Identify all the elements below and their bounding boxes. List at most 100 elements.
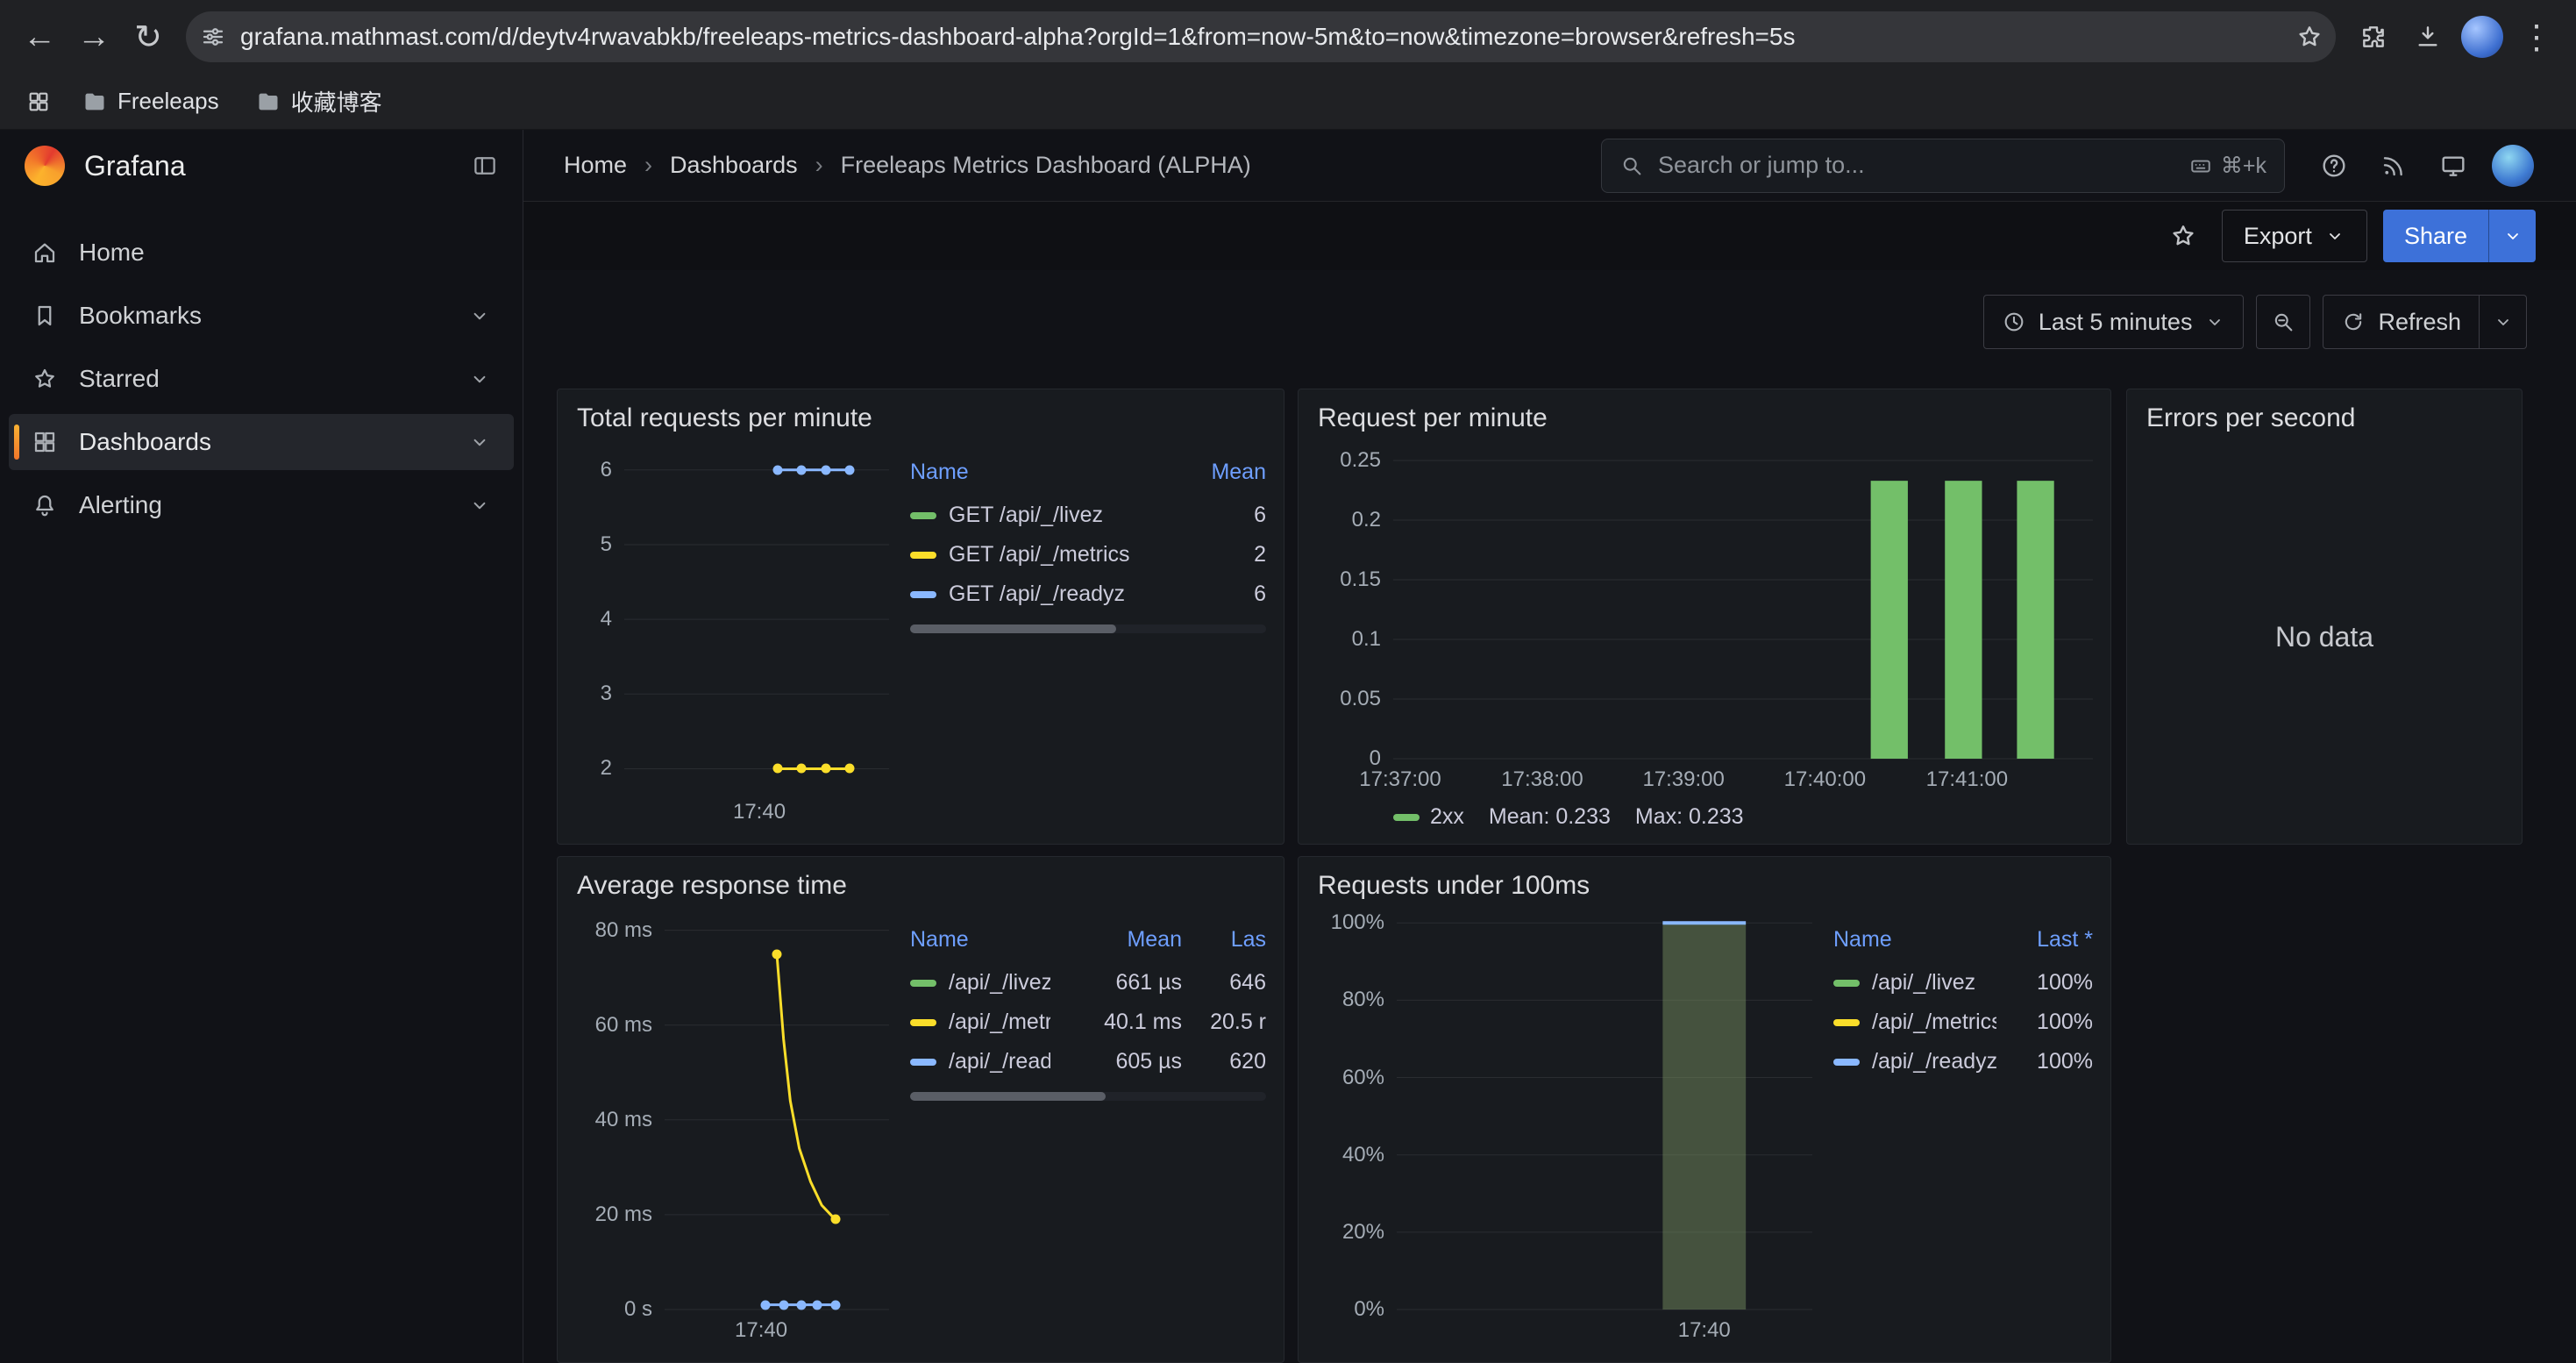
scrollbar-thumb[interactable] xyxy=(910,1092,1106,1101)
series-name[interactable]: 2xx xyxy=(1430,804,1464,830)
browser-menu-icon[interactable]: ⋮ xyxy=(2511,11,2562,62)
sidebar-toggle-icon[interactable] xyxy=(472,153,498,179)
series-name[interactable]: /api/_/metrics xyxy=(949,1010,1050,1035)
bell-icon xyxy=(32,492,58,518)
tv-kiosk-icon[interactable] xyxy=(2429,141,2478,190)
time-range-picker[interactable]: Last 5 minutes xyxy=(1983,295,2245,349)
series-name[interactable]: GET /api/_/readyz xyxy=(949,582,1170,607)
panel-title[interactable]: Total requests per minute xyxy=(558,389,1284,439)
grafana-logo[interactable] xyxy=(25,146,65,186)
panel-total-requests: Total requests per minute 65432 17:40 Na… xyxy=(557,389,1284,845)
series-name[interactable]: GET /api/_/livez xyxy=(949,503,1170,528)
breadcrumb-home[interactable]: Home xyxy=(564,152,627,179)
series-name[interactable]: /api/_/livez xyxy=(949,970,1050,995)
legend-row: /api/_/metrics 40.1 ms 20.5 r xyxy=(910,1003,1266,1042)
legend-col-name[interactable]: Name xyxy=(910,927,1050,953)
legend-scrollbar[interactable] xyxy=(910,624,1266,633)
zoom-out-icon xyxy=(2271,310,2295,334)
help-icon[interactable] xyxy=(2309,141,2359,190)
average-response-chart: 80 ms60 ms40 ms20 ms0 s 17:40 xyxy=(575,911,889,1348)
search-bar[interactable]: ⌘+k xyxy=(1601,139,2285,193)
chevron-down-icon[interactable] xyxy=(468,304,491,327)
clock-icon xyxy=(2002,310,2026,334)
series-name[interactable]: /api/_/readyz xyxy=(1872,1049,1996,1074)
legend-col-last[interactable]: Last * xyxy=(1996,927,2093,953)
x-axis-labels: 17:40 xyxy=(624,791,889,830)
series-name[interactable]: /api/_/livez xyxy=(1872,970,1996,995)
bookmark-folder-blog[interactable]: 收藏博客 xyxy=(242,80,396,123)
chevron-down-icon[interactable] xyxy=(468,431,491,453)
series-last: 100% xyxy=(1996,1010,2093,1035)
bookmark-icon xyxy=(32,303,58,329)
sidebar-item-alerting[interactable]: Alerting xyxy=(9,477,514,533)
legend-row: GET /api/_/metrics 2 xyxy=(910,535,1266,574)
user-avatar[interactable] xyxy=(2488,141,2537,190)
chevron-down-icon[interactable] xyxy=(468,368,491,390)
favorite-star-icon[interactable] xyxy=(2160,213,2206,259)
bookmark-star-icon[interactable] xyxy=(2295,23,2323,51)
site-info-icon[interactable] xyxy=(193,17,233,57)
y-axis-labels: 100%80%60%40%20%0% xyxy=(1316,911,1397,1309)
browser-profile-avatar[interactable] xyxy=(2457,11,2508,62)
series-max: Max: 0.233 xyxy=(1635,804,1744,830)
extensions-icon[interactable] xyxy=(2348,11,2399,62)
news-rss-icon[interactable] xyxy=(2369,141,2418,190)
sidebar: Grafana Home Bookmarks Starred D xyxy=(0,130,523,1363)
series-color-chip xyxy=(910,591,936,598)
breadcrumb-dashboards[interactable]: Dashboards xyxy=(670,152,798,179)
plot-area[interactable] xyxy=(624,444,889,791)
share-dropdown-icon[interactable] xyxy=(2488,210,2536,262)
panel-errors-per-second: Errors per second No data xyxy=(2126,389,2523,845)
refresh-button[interactable]: Refresh xyxy=(2323,295,2480,349)
url-bar[interactable] xyxy=(186,11,2336,62)
panel-title[interactable]: Errors per second xyxy=(2127,389,2522,439)
bookmark-folder-freeleaps[interactable]: Freeleaps xyxy=(68,82,233,120)
sidebar-item-dashboards[interactable]: Dashboards xyxy=(9,414,514,470)
legend-col-name[interactable]: Name xyxy=(1833,927,1996,953)
bookmark-label: 收藏博客 xyxy=(291,85,382,118)
sidebar-item-starred[interactable]: Starred xyxy=(9,351,514,407)
series-name[interactable]: GET /api/_/metrics xyxy=(949,542,1170,567)
forward-icon[interactable]: → xyxy=(68,11,119,62)
series-color-chip xyxy=(910,512,936,519)
legend-col-last[interactable]: Las xyxy=(1182,927,1266,953)
folder-icon xyxy=(82,89,107,114)
panel-title[interactable]: Request per minute xyxy=(1299,389,2110,439)
star-icon xyxy=(32,366,58,392)
dashboards-icon xyxy=(32,429,58,455)
apps-grid-icon[interactable] xyxy=(18,81,60,123)
legend-col-mean[interactable]: Mean xyxy=(1170,460,1266,485)
refresh-group: Refresh xyxy=(2323,295,2527,349)
sidebar-nav: Home Bookmarks Starred Dashboards Alerti… xyxy=(0,202,523,556)
y-axis-labels: 65432 xyxy=(575,444,624,791)
back-icon[interactable]: ← xyxy=(14,11,65,62)
sidebar-item-home[interactable]: Home xyxy=(9,225,514,281)
plot-area[interactable] xyxy=(665,911,889,1309)
browser-toolbar: ← → ↻ ⋮ xyxy=(0,0,2576,74)
search-input[interactable] xyxy=(1658,152,2175,179)
series-name[interactable]: /api/_/readyz xyxy=(949,1049,1050,1074)
download-icon[interactable] xyxy=(2402,11,2453,62)
folder-icon xyxy=(256,89,281,114)
share-button[interactable]: Share xyxy=(2383,210,2488,262)
legend-row: /api/_/readyz 605 µs 620 xyxy=(910,1042,1266,1081)
request-per-minute-chart: 0.250.20.150.10.050 17:37:0017:38:0017:3… xyxy=(1316,444,2093,830)
breadcrumb-current: Freeleaps Metrics Dashboard (ALPHA) xyxy=(841,152,1251,179)
refresh-interval-dropdown[interactable] xyxy=(2480,295,2527,349)
series-mean: Mean: 0.233 xyxy=(1489,804,1611,830)
panel-title[interactable]: Requests under 100ms xyxy=(1299,857,2110,906)
sidebar-item-bookmarks[interactable]: Bookmarks xyxy=(9,288,514,344)
scrollbar-thumb[interactable] xyxy=(910,624,1116,633)
legend-col-name[interactable]: Name xyxy=(910,460,1170,485)
plot-area[interactable] xyxy=(1393,444,2093,759)
zoom-out-button[interactable] xyxy=(2256,295,2310,349)
series-name[interactable]: /api/_/metrics xyxy=(1872,1010,1996,1035)
panel-title[interactable]: Average response time xyxy=(558,857,1284,906)
legend-scrollbar[interactable] xyxy=(910,1092,1266,1101)
legend-col-mean[interactable]: Mean xyxy=(1050,927,1182,953)
chevron-down-icon[interactable] xyxy=(468,494,491,517)
plot-area[interactable] xyxy=(1397,911,1812,1309)
export-button[interactable]: Export xyxy=(2222,210,2367,262)
reload-icon[interactable]: ↻ xyxy=(123,11,174,62)
url-input[interactable] xyxy=(240,23,2288,51)
